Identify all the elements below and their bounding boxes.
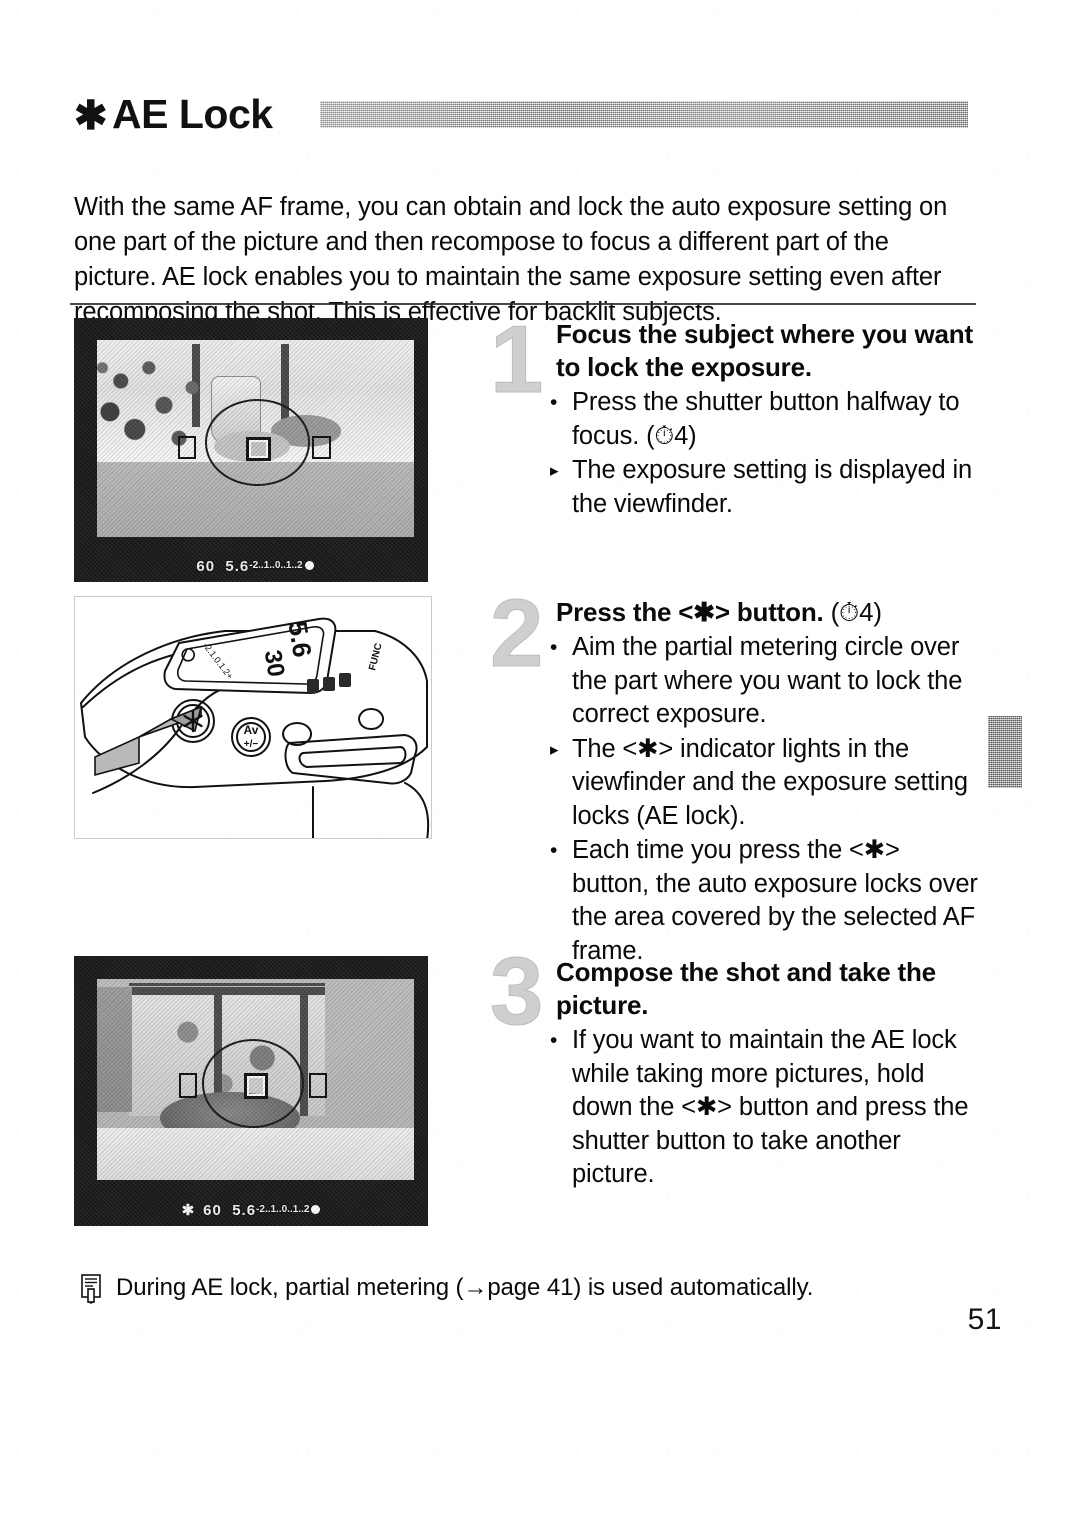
step-1-heading: Focus the subject where you want to lock… bbox=[556, 318, 980, 384]
step-2-figure: Av +/− 5.6 30 -2.1.0.1.2+ FUNC bbox=[74, 596, 432, 839]
viewfinder-photo-focus: 60 5.6-2..1..0..1..2 bbox=[74, 318, 428, 582]
ae-lock-indicator: ✱ bbox=[181, 1202, 196, 1220]
af-frame-center bbox=[244, 1073, 269, 1099]
aperture-value: 5.6 bbox=[232, 1202, 257, 1220]
bullet-text: The <✱> indicator lights in the viewfind… bbox=[572, 734, 968, 830]
af-frame-left bbox=[177, 435, 197, 460]
af-frame-right bbox=[309, 1073, 328, 1098]
svg-text:+/−: +/− bbox=[244, 739, 259, 750]
left-plant-panel bbox=[97, 986, 132, 1112]
viewfinder-photo-recomposed: ✱ 60 5.6-2..1..0..1..2 bbox=[74, 956, 428, 1226]
list-item: • Press the shutter button halfway to fo… bbox=[550, 386, 980, 453]
bullet-dot-icon: • bbox=[550, 391, 558, 414]
step-1-number: 1 bbox=[489, 306, 544, 413]
shutter-speed-value: 60 bbox=[203, 1202, 222, 1220]
viewfinder-readout: ✱ 60 5.6-2..1..0..1..2 bbox=[74, 1201, 428, 1219]
tablecloth bbox=[97, 1127, 414, 1181]
step-3-heading: Compose the shot and take the picture. bbox=[556, 956, 980, 1022]
focus-confirmation-dot bbox=[304, 561, 314, 571]
page-number: 51 bbox=[967, 1303, 1002, 1336]
page-header: ✱ AE Lock bbox=[74, 88, 974, 144]
bullet-text: If you want to maintain the AE lock whil… bbox=[572, 1026, 969, 1188]
af-frame-center bbox=[245, 436, 271, 461]
page-title-text: AE Lock bbox=[112, 91, 273, 137]
step-1-body: 1 Focus the subject where you want to lo… bbox=[489, 311, 980, 521]
svg-text:30: 30 bbox=[259, 648, 290, 679]
viewfinder-scene bbox=[97, 978, 414, 1181]
step-3-body: 3 Compose the shot and take the picture.… bbox=[489, 943, 980, 1192]
bullet-dot-icon: • bbox=[550, 636, 558, 659]
ae-lock-star-icon: ✱ bbox=[74, 94, 108, 138]
footnote: During AE lock, partial metering (→page … bbox=[80, 1272, 980, 1304]
af-frame-right bbox=[312, 435, 332, 460]
step-2-number: 2 bbox=[489, 580, 544, 687]
footnote-text: During AE lock, partial metering (→page … bbox=[116, 1274, 814, 1301]
step-3-number: 3 bbox=[489, 938, 544, 1045]
svg-text:Av: Av bbox=[244, 723, 259, 737]
step-1-bullets: • Press the shutter button halfway to fo… bbox=[550, 386, 980, 521]
focus-confirmation-dot bbox=[311, 1205, 321, 1215]
manual-page: ✱ AE Lock With the same AF frame, you can… bbox=[0, 0, 1080, 1526]
page-title: ✱ AE Lock bbox=[74, 88, 273, 141]
exposure-scale: -2..1..0..1..2 bbox=[256, 1204, 310, 1216]
af-frame-left bbox=[179, 1073, 198, 1098]
camera-line-drawing-svg: Av +/− 5.6 30 -2.1.0.1.2+ FUNC bbox=[75, 597, 431, 838]
bullet-dot-icon: • bbox=[550, 1029, 558, 1052]
list-item: • Aim the partial metering circle over t… bbox=[550, 631, 980, 732]
camera-ae-lock-button-illustration: Av +/− 5.6 30 -2.1.0.1.2+ FUNC bbox=[74, 596, 432, 839]
list-item: ▸ The <✱> indicator lights in the viewfi… bbox=[550, 733, 980, 834]
list-item: ▸ The exposure setting is displayed in t… bbox=[550, 454, 980, 521]
window-header-bar bbox=[128, 986, 326, 996]
step-2-heading-suffix: (⏱4) bbox=[830, 597, 882, 627]
bullet-text: Aim the partial metering circle over the… bbox=[572, 633, 963, 728]
section-divider bbox=[70, 303, 976, 305]
step-1-figure: 60 5.6-2..1..0..1..2 bbox=[74, 318, 428, 582]
window-top-rail bbox=[128, 982, 326, 987]
viewfinder-scene bbox=[97, 340, 414, 538]
header-gradient-bar bbox=[320, 101, 968, 128]
bullet-text: Press the shutter button halfway to focu… bbox=[572, 388, 960, 450]
exposure-scale: -2..1..0..1..2 bbox=[249, 560, 303, 572]
list-item: • If you want to maintain the AE lock wh… bbox=[550, 1024, 980, 1192]
step-3-bullets: • If you want to maintain the AE lock wh… bbox=[550, 1024, 980, 1192]
bullet-text: Each time you press the <✱> button, the … bbox=[572, 836, 978, 965]
list-item: • Each time you press the <✱> button, th… bbox=[550, 834, 980, 968]
bullet-text: The exposure setting is displayed in the… bbox=[572, 456, 972, 518]
aperture-value: 5.6 bbox=[225, 558, 250, 576]
chapter-tab-marker bbox=[988, 716, 1022, 788]
step-3-heading-text: Compose the shot and take the picture. bbox=[556, 957, 936, 1020]
step-2-body: 2 Press the <✱> button. (⏱4) • Aim the p… bbox=[489, 585, 980, 968]
step-2-heading-text: Press the <✱> button. bbox=[556, 597, 824, 627]
viewfinder-readout: 60 5.6-2..1..0..1..2 bbox=[74, 558, 428, 575]
shutter-speed-value: 60 bbox=[196, 558, 216, 576]
step-1-heading-text: Focus the subject where you want to lock… bbox=[556, 319, 973, 382]
bullet-dot-icon: • bbox=[550, 839, 558, 862]
bullet-arrow-icon: ▸ bbox=[550, 739, 559, 759]
step-2-bullets: • Aim the partial metering circle over t… bbox=[550, 631, 980, 968]
note-icon bbox=[81, 1274, 101, 1304]
svg-text:5.6: 5.6 bbox=[282, 619, 317, 659]
bullet-arrow-icon: ▸ bbox=[550, 461, 559, 480]
step-3-figure: ✱ 60 5.6-2..1..0..1..2 bbox=[74, 956, 428, 1226]
step-2-heading: Press the <✱> button. (⏱4) bbox=[556, 596, 980, 629]
